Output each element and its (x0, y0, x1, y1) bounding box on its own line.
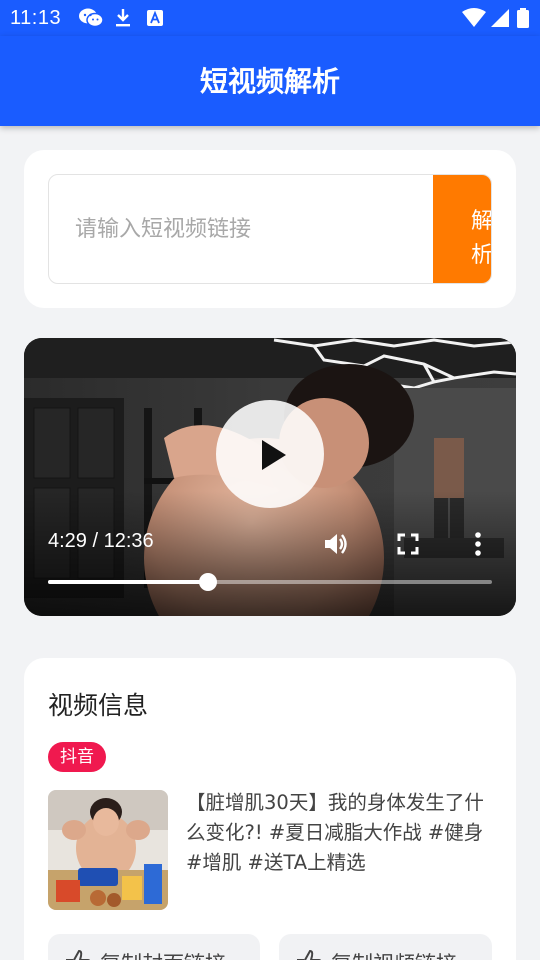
video-player[interactable]: 4:29 / 12:36 (24, 338, 516, 616)
copy-cover-link-button[interactable]: 复制封面链接 (48, 934, 260, 960)
video-info-card: 视频信息 抖音 【脏增肌30天】我的身体发生了什么变化?! #夏日减脂大作战 #… (24, 658, 516, 960)
signal-icon (491, 9, 509, 27)
text-a-icon (147, 10, 163, 26)
thumbs-up-icon (66, 949, 90, 960)
volume-icon[interactable] (322, 530, 350, 558)
video-info-heading: 视频信息 (48, 691, 149, 720)
copy-cover-link-label: 复制封面链接 (100, 948, 226, 960)
download-icon (116, 9, 130, 27)
progress-fill (48, 580, 208, 584)
wifi-icon (462, 8, 486, 27)
link-input-card: 解析 (24, 150, 516, 308)
parse-button[interactable]: 解析 (433, 175, 491, 283)
progress-bar[interactable] (48, 573, 492, 591)
copy-video-link-button[interactable]: 复制视频链接 (279, 934, 492, 960)
status-bar: 11:13 (0, 0, 540, 36)
fullscreen-icon[interactable] (396, 532, 420, 556)
page-title: 短视频解析 (199, 65, 340, 98)
battery-icon (517, 8, 529, 28)
progress-thumb[interactable] (198, 573, 217, 591)
video-description: 【脏增肌30天】我的身体发生了什么变化?! #夏日减脂大作战 #健身 #增肌 #… (186, 791, 484, 874)
link-input-box: 解析 (48, 174, 492, 284)
status-time: 11:13 (10, 7, 62, 29)
play-button[interactable] (216, 400, 324, 508)
thumbs-up-icon (297, 949, 321, 960)
playback-time: 4:29 / 12:36 (48, 530, 154, 552)
more-vertical-icon[interactable] (472, 530, 484, 558)
wechat-icon (79, 8, 104, 28)
parse-button-label: 解析 (470, 209, 492, 268)
app-bar: 短视频解析 (0, 36, 540, 126)
video-cover-thumbnail (48, 790, 168, 910)
copy-video-link-label: 复制视频链接 (331, 948, 457, 960)
link-input[interactable] (49, 175, 435, 283)
platform-badge: 抖音 (48, 742, 106, 772)
play-icon (262, 440, 286, 470)
